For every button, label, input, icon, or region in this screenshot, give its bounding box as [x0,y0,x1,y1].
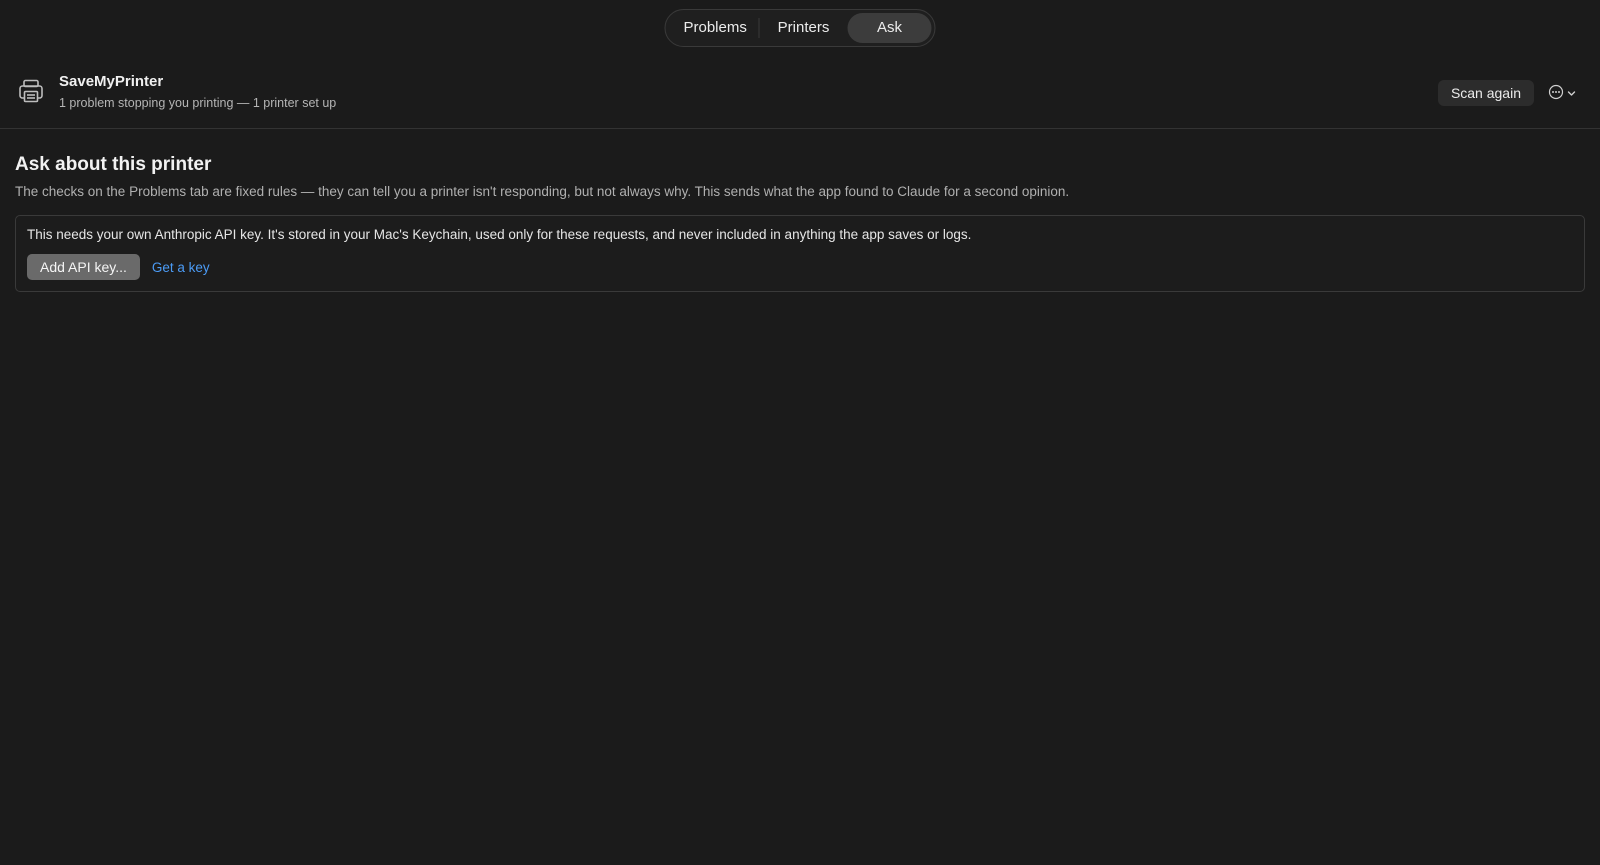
api-key-actions: Add API key... Get a key [27,254,1573,280]
tab-ask[interactable]: Ask [847,13,932,43]
page-description: The checks on the Problems tab are fixed… [15,184,1070,199]
tab-problems[interactable]: Problems [669,13,759,43]
more-menu-button[interactable] [1548,84,1580,104]
add-api-key-button[interactable]: Add API key... [27,254,140,280]
view-tabs: Problems Printers Ask [664,9,936,47]
api-key-notice: This needs your own Anthropic API key. I… [27,227,972,242]
printer-icon [18,78,44,104]
chevron-down-icon [1567,85,1576,103]
app-header: SaveMyPrinter 1 problem stopping you pri… [0,62,1600,129]
page-title: Ask about this printer [15,154,212,175]
app-window: Problems Printers Ask SaveMyPrinter 1 pr… [0,0,1600,865]
api-key-panel: This needs your own Anthropic API key. I… [15,215,1585,292]
status-summary: 1 problem stopping you printing — 1 prin… [59,96,337,110]
scan-again-button[interactable]: Scan again [1437,80,1534,106]
ellipsis-circle-icon [1548,84,1564,105]
app-name: SaveMyPrinter [59,73,164,90]
tab-printers[interactable]: Printers [760,13,848,43]
get-a-key-link[interactable]: Get a key [152,260,210,275]
ask-section: Ask about this printer The checks on the… [15,150,1585,292]
